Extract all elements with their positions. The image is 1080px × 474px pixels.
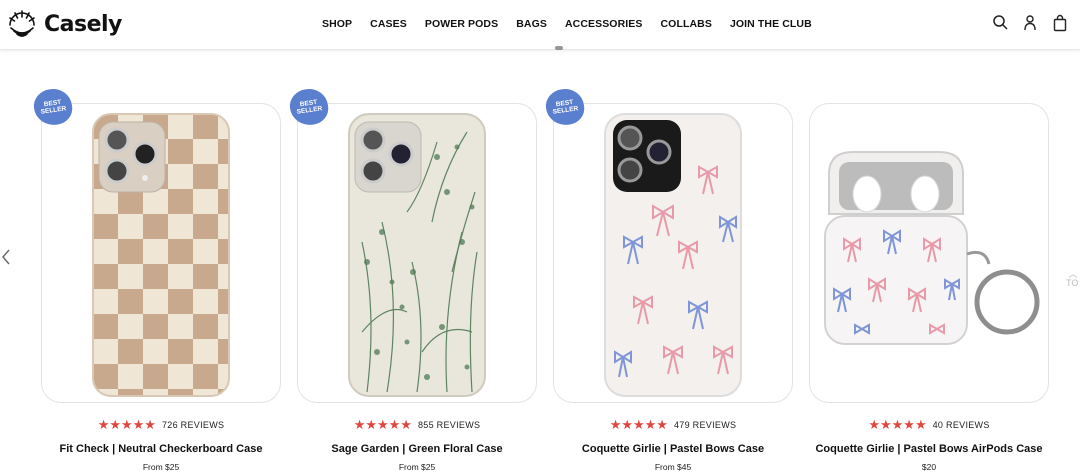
- product-card[interactable]: ★★★★★ 40 REVIEWS Coquette Girlie | Paste…: [809, 103, 1049, 472]
- back-to-top-label: TO: [1066, 278, 1079, 288]
- star-rating-icon: ★★★★★: [97, 417, 156, 432]
- chevron-up-icon: ︿: [1068, 269, 1078, 279]
- nav-item-join-the-club[interactable]: JOIN THE CLUB: [730, 18, 812, 30]
- chevron-left-icon: [2, 249, 10, 265]
- product-price: From $25: [142, 462, 180, 472]
- product-rating: ★★★★★ 855 REVIEWS: [297, 417, 537, 433]
- review-count[interactable]: 726 REVIEWS: [162, 420, 224, 430]
- carousel-prev-button[interactable]: [0, 248, 12, 266]
- product-image-frame[interactable]: BEST SELLER: [31, 86, 281, 403]
- nav-item-shop[interactable]: SHOP: [322, 18, 352, 30]
- back-to-top-button[interactable]: ︿ TO: [1066, 270, 1080, 290]
- product-price: $20: [921, 462, 937, 472]
- star-rating-icon: ★★★★★: [353, 417, 412, 432]
- product-image: [824, 151, 1040, 345]
- product-image-frame[interactable]: BEST SELLER: [543, 86, 793, 403]
- nav-item-collabs[interactable]: COLLABS: [661, 18, 712, 30]
- product-card[interactable]: BEST SELLER ★★★★★ 726 REVIEWS Fit Check |…: [31, 86, 281, 472]
- nav-item-power-pods[interactable]: POWER PODS: [425, 18, 498, 30]
- product-price: From $45: [654, 462, 692, 472]
- product-rating: ★★★★★ 40 REVIEWS: [809, 417, 1049, 433]
- nav-item-accessories[interactable]: ACCESSORIES: [565, 18, 643, 30]
- product-image: [92, 113, 230, 397]
- sun-logo-icon: [9, 10, 35, 37]
- review-count[interactable]: 855 REVIEWS: [418, 420, 480, 430]
- best-seller-badge: BEST SELLER: [287, 86, 331, 128]
- product-image: [604, 113, 742, 397]
- star-rating-icon: ★★★★★: [609, 417, 668, 432]
- star-rating-icon: ★★★★★: [868, 417, 927, 432]
- product-image: [348, 113, 486, 397]
- bag-icon[interactable]: [1052, 14, 1068, 32]
- account-icon[interactable]: [1022, 14, 1038, 32]
- best-seller-badge: BEST SELLER: [543, 86, 587, 128]
- brand-name: Casely: [44, 11, 122, 37]
- nav-item-bags[interactable]: BAGS: [516, 18, 547, 30]
- header-actions: [992, 14, 1068, 32]
- product-name[interactable]: Coquette Girlie | Pastel Bows Case: [553, 443, 793, 455]
- best-seller-badge: BEST SELLER: [31, 86, 75, 128]
- site-header: Casely SHOP CASES POWER PODS BAGS ACCESS…: [0, 0, 1080, 50]
- search-icon[interactable]: [992, 14, 1008, 32]
- product-card[interactable]: BEST SELLER ★★★★★ 855 REVIEWS Sage Garde…: [287, 86, 537, 472]
- main-nav: SHOP CASES POWER PODS BAGS ACCESSORIES C…: [322, 18, 812, 30]
- product-name[interactable]: Coquette Girlie | Pastel Bows AirPods Ca…: [809, 443, 1049, 455]
- product-rating: ★★★★★ 726 REVIEWS: [41, 417, 281, 433]
- product-name[interactable]: Fit Check | Neutral Checkerboard Case: [41, 443, 281, 455]
- product-image-frame[interactable]: BEST SELLER: [287, 86, 537, 403]
- nav-item-cases[interactable]: CASES: [370, 18, 407, 30]
- review-count[interactable]: 40 REVIEWS: [933, 420, 990, 430]
- product-image-frame[interactable]: [809, 103, 1049, 403]
- product-name[interactable]: Sage Garden | Green Floral Case: [297, 443, 537, 455]
- product-price: From $25: [398, 462, 436, 472]
- product-card[interactable]: BEST SELLER ★★★★★ 479 REVIEWS Coquette G…: [543, 86, 793, 472]
- product-rating: ★★★★★ 479 REVIEWS: [553, 417, 793, 433]
- scroll-indicator: [555, 46, 563, 50]
- review-count[interactable]: 479 REVIEWS: [674, 420, 736, 430]
- brand-logo[interactable]: Casely: [6, 8, 122, 40]
